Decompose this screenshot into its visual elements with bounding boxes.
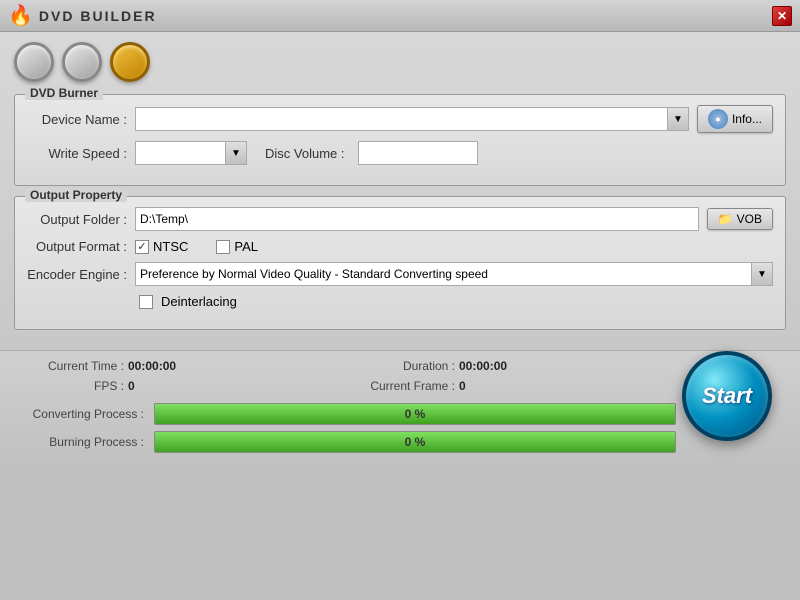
write-speed-row: Write Speed : ▼ Disc Volume : DVD_DISC	[27, 141, 773, 165]
device-name-select-wrapper: ▼	[135, 107, 689, 131]
ntsc-label: NTSC	[153, 239, 188, 254]
write-speed-dropdown-arrow[interactable]: ▼	[225, 141, 247, 165]
circle-button-1[interactable]	[14, 42, 54, 82]
encoder-select-wrapper: ▼	[135, 262, 773, 286]
info-button[interactable]: ● Info...	[697, 105, 773, 133]
duration-item: Duration : 00:00:00	[345, 359, 676, 373]
encoder-engine-label: Encoder Engine :	[27, 267, 127, 282]
stats-row-1: Current Time : 00:00:00 Duration : 00:00…	[14, 359, 676, 373]
device-name-input[interactable]	[135, 107, 667, 131]
top-buttons	[14, 42, 786, 82]
write-speed-input[interactable]	[135, 141, 225, 165]
deinterlacing-label: Deinterlacing	[161, 294, 237, 309]
disc-volume-input[interactable]: DVD_DISC	[358, 141, 478, 165]
current-time-item: Current Time : 00:00:00	[14, 359, 345, 373]
output-folder-label: Output Folder :	[27, 212, 127, 227]
vob-button[interactable]: 📁 VOB	[707, 208, 773, 230]
pal-checkbox[interactable]	[216, 240, 230, 254]
progress-area: Current Time : 00:00:00 Duration : 00:00…	[0, 350, 800, 467]
deinterlacing-checkbox[interactable]	[139, 295, 153, 309]
output-format-label: Output Format :	[27, 239, 127, 254]
converting-progress-bar: 0 %	[154, 403, 676, 425]
flame-icon: 🔥	[8, 3, 33, 28]
burning-progress-text: 0 %	[405, 435, 426, 449]
output-property-title: Output Property	[25, 188, 127, 202]
current-time-value: 00:00:00	[128, 359, 176, 373]
output-format-row: Output Format : ✓ NTSC PAL	[27, 239, 773, 254]
device-name-dropdown-arrow[interactable]: ▼	[667, 107, 689, 131]
circle-button-2[interactable]	[62, 42, 102, 82]
fps-label: FPS :	[14, 379, 124, 393]
start-button[interactable]: Start	[682, 351, 772, 441]
deinterlacing-row: Deinterlacing	[139, 294, 773, 309]
title-bar-left: 🔥 DVD BUILDER	[8, 3, 157, 28]
current-frame-value: 0	[459, 379, 466, 393]
close-button[interactable]: ✕	[772, 6, 792, 26]
encoder-engine-input[interactable]	[135, 262, 751, 286]
burning-progress-bar: 0 %	[154, 431, 676, 453]
write-speed-label: Write Speed :	[27, 146, 127, 161]
pal-checkbox-item: PAL	[216, 239, 258, 254]
fps-value: 0	[128, 379, 135, 393]
start-button-label: Start	[702, 383, 752, 409]
duration-label: Duration :	[345, 359, 455, 373]
current-frame-label: Current Frame :	[345, 379, 455, 393]
stats-row-2: FPS : 0 Current Frame : 0	[14, 379, 676, 393]
start-button-area: Start	[682, 351, 772, 441]
app-title: DVD BUILDER	[39, 8, 157, 24]
bottom-section: Current Time : 00:00:00 Duration : 00:00…	[14, 359, 786, 453]
main-content: DVD Burner Device Name : ▼ ● Info... Wri…	[0, 32, 800, 350]
duration-value: 00:00:00	[459, 359, 507, 373]
ntsc-checkbox[interactable]: ✓	[135, 240, 149, 254]
info-button-label: Info...	[732, 112, 762, 126]
current-frame-item: Current Frame : 0	[345, 379, 676, 393]
current-time-label: Current Time :	[14, 359, 124, 373]
folder-icon: 📁	[718, 212, 733, 226]
info-icon: ●	[708, 109, 728, 129]
disc-volume-label: Disc Volume :	[265, 146, 344, 161]
circle-button-3[interactable]	[110, 42, 150, 82]
write-speed-select-wrapper: ▼	[135, 141, 247, 165]
converting-process-row: Converting Process : 0 %	[14, 403, 676, 425]
encoder-dropdown-arrow[interactable]: ▼	[751, 262, 773, 286]
burning-process-row: Burning Process : 0 %	[14, 431, 676, 453]
ntsc-checkbox-item: ✓ NTSC	[135, 239, 188, 254]
fps-item: FPS : 0	[14, 379, 345, 393]
output-folder-input[interactable]	[135, 207, 699, 231]
device-name-label: Device Name :	[27, 112, 127, 127]
output-folder-row: Output Folder : 📁 VOB	[27, 207, 773, 231]
output-property-group: Output Property Output Folder : 📁 VOB Ou…	[14, 196, 786, 330]
converting-process-label: Converting Process :	[14, 407, 144, 421]
title-bar: 🔥 DVD BUILDER ✕	[0, 0, 800, 32]
burning-process-label: Burning Process :	[14, 435, 144, 449]
pal-label: PAL	[234, 239, 258, 254]
dvd-burner-title: DVD Burner	[25, 86, 103, 100]
converting-progress-text: 0 %	[405, 407, 426, 421]
encoder-engine-row: Encoder Engine : ▼	[27, 262, 773, 286]
vob-button-label: VOB	[737, 212, 762, 226]
device-name-row: Device Name : ▼ ● Info...	[27, 105, 773, 133]
dvd-burner-group: DVD Burner Device Name : ▼ ● Info... Wri…	[14, 94, 786, 186]
